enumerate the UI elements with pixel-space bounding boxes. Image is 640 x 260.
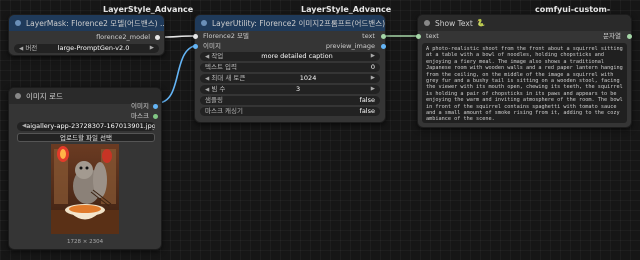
text-display[interactable]: A photo-realistic shoot from the front a…	[422, 43, 627, 123]
output-string-port[interactable]	[627, 34, 632, 39]
load-image-node[interactable]: 이미지 로드 이미지 마스크 ◀ aigallery-app-23728307-…	[8, 87, 162, 250]
arrow-right-icon[interactable]: ▶	[371, 85, 375, 94]
output-mask-label: 마스크	[131, 112, 149, 120]
task-select[interactable]: ◀ 작업 more detailed caption ▶	[200, 52, 380, 61]
beams-stepper[interactable]: ◀ 빔 수 3 ▶	[200, 85, 380, 94]
arrow-right-icon[interactable]: ▶	[371, 74, 375, 83]
arrow-right-icon[interactable]: ▶	[150, 44, 154, 53]
arrow-left-icon[interactable]: ◀	[205, 54, 209, 60]
output-florence2-model-label: florence2_model	[96, 33, 150, 41]
input-text-label: text	[426, 32, 439, 40]
model-link	[162, 35, 194, 38]
snake-icon: 🐍	[476, 19, 486, 27]
node-title: Show Text	[435, 18, 473, 28]
output-florence2-model-port[interactable]	[155, 35, 160, 40]
output-string-label: 문자열	[603, 32, 621, 40]
upload-button[interactable]: 업로드할 파일 선택	[17, 133, 155, 142]
output-preview-label: preview_image	[325, 42, 375, 50]
arrow-left-icon[interactable]: ◀	[205, 87, 209, 93]
collapse-dot-icon[interactable]	[201, 20, 207, 26]
sampling-toggle[interactable]: 샘플링 false	[200, 96, 380, 105]
output-image-port[interactable]	[153, 104, 158, 109]
node-header[interactable]: Show Text 🐍	[418, 15, 631, 31]
florence2-image2prompt-node[interactable]: LayerUtility: Florence2 이미지2프롬프트(어드밴스) F…	[193, 14, 386, 123]
max-tokens-stepper[interactable]: ◀ 최대 새 토큰 1024 ▶	[200, 74, 380, 83]
mask-cache-toggle[interactable]: 마스크 캐싱기 false	[200, 107, 380, 116]
collapse-dot-icon[interactable]	[15, 20, 21, 26]
image-preview	[51, 144, 119, 234]
image-file-select[interactable]: ◀ aigallery-app-23728307-167013901.jpg ▶	[17, 122, 155, 131]
node-header[interactable]: LayerMask: Florence2 모델(어드밴스) ...	[9, 15, 164, 31]
group-label-middle: LayerStyle_Advance	[301, 5, 392, 14]
arrow-right-icon[interactable]: ▶	[371, 52, 375, 61]
input-image-port[interactable]	[193, 44, 198, 49]
output-text-port[interactable]	[381, 34, 386, 39]
version-select[interactable]: ◀ 버전 large-PromptGen-v2.0 ▶	[14, 44, 159, 53]
input-model-label: Florence2 모델	[203, 32, 249, 40]
group-label-left: LayerStyle_Advance	[103, 5, 194, 14]
collapse-dot-icon[interactable]	[15, 93, 21, 99]
input-text-port[interactable]	[416, 34, 421, 39]
arrow-left-icon[interactable]: ◀	[19, 46, 23, 52]
output-mask-port[interactable]	[153, 114, 158, 119]
florence2-model-node[interactable]: LayerMask: Florence2 모델(어드밴스) ... floren…	[8, 14, 165, 56]
output-image-label: 이미지	[131, 102, 149, 110]
text-input-field[interactable]: 텍스트 입력 0	[200, 63, 380, 72]
node-header[interactable]: LayerUtility: Florence2 이미지2프롬프트(어드밴스)	[195, 15, 385, 31]
node-title: LayerMask: Florence2 모델(어드밴스) ...	[26, 18, 164, 28]
output-text-label: text	[362, 32, 375, 40]
output-preview-port[interactable]	[381, 44, 386, 49]
arrow-left-icon[interactable]: ◀	[205, 76, 209, 82]
node-title: 이미지 로드	[26, 91, 63, 101]
input-model-port[interactable]	[193, 34, 198, 39]
show-text-node[interactable]: Show Text 🐍 text 문자열 A photo-realistic s…	[416, 14, 632, 128]
collapse-dot-icon[interactable]	[424, 20, 430, 26]
image-size-label: 1728 × 2304	[67, 239, 104, 245]
node-title: LayerUtility: Florence2 이미지2프롬프트(어드밴스)	[212, 18, 385, 28]
input-image-label: 이미지	[203, 42, 221, 50]
